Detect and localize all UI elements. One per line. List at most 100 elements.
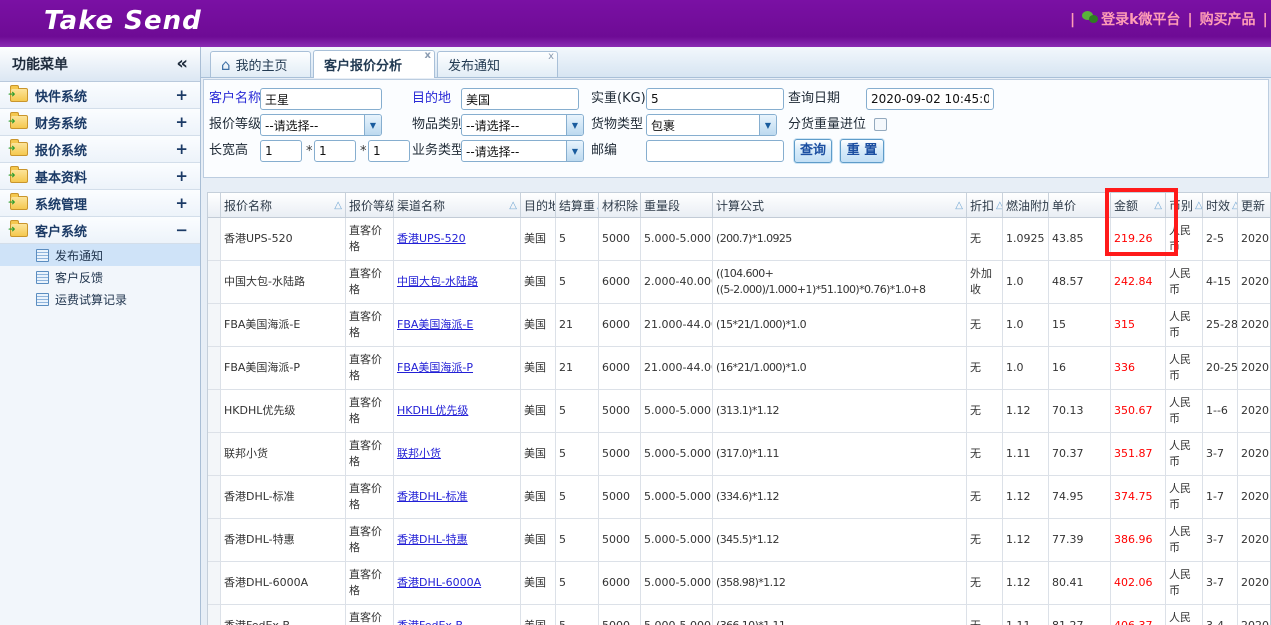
- destination-input[interactable]: [461, 88, 579, 110]
- query-button[interactable]: 查询: [794, 139, 832, 163]
- cargo-type-select[interactable]: 包裹 ▼: [646, 114, 777, 136]
- expand-plus-icon[interactable]: +: [175, 194, 188, 212]
- expand-plus-icon[interactable]: +: [175, 140, 188, 158]
- column-header[interactable]: 折扣△: [967, 193, 1003, 217]
- table-cell: 15: [1049, 304, 1111, 346]
- table-row[interactable]: 香港FedEx-B直客价格香港FedEx-B美国550005.000-5.000…: [208, 605, 1270, 625]
- business-type-select[interactable]: --请选择-- ▼: [461, 140, 584, 162]
- sidebar-item-system-admin[interactable]: 系统管理 +: [0, 190, 200, 217]
- expand-plus-icon[interactable]: +: [175, 86, 188, 104]
- channel-link[interactable]: 香港DHL-6000A: [397, 575, 481, 591]
- column-header[interactable]: 报价等级△: [346, 193, 394, 217]
- table-cell: 1-7: [1203, 476, 1238, 518]
- sidebar-subitem-customer-feedback[interactable]: 客户反馈: [0, 266, 200, 288]
- table-cell: 5000: [599, 390, 641, 432]
- channel-link[interactable]: FBA美国海派-E: [397, 317, 473, 333]
- table-row[interactable]: FBA美国海派-E直客价格FBA美国海派-E美国21600021.000-44.…: [208, 304, 1270, 347]
- channel-link[interactable]: 香港FedEx-B: [397, 618, 463, 625]
- dropdown-arrow-icon[interactable]: ▼: [566, 141, 583, 161]
- channel-link[interactable]: 香港DHL-特惠: [397, 532, 468, 548]
- table-cell: 5.000-5.000: [641, 218, 713, 260]
- postcode-input[interactable]: [646, 140, 784, 162]
- height-input[interactable]: [368, 140, 410, 162]
- table-row[interactable]: 香港DHL-6000A直客价格香港DHL-6000A美国560005.000-5…: [208, 562, 1270, 605]
- tab-publish-notice[interactable]: 发布通知 x: [437, 51, 558, 77]
- table-row[interactable]: HKDHL优先级直客价格HKDHL优先级美国550005.000-5.000(3…: [208, 390, 1270, 433]
- sidebar-item-customer-system[interactable]: 客户系统 −: [0, 217, 200, 244]
- table-row[interactable]: 香港UPS-520直客价格香港UPS-520美国550005.000-5.000…: [208, 218, 1270, 261]
- weight-input[interactable]: [646, 88, 784, 110]
- quote-level-select[interactable]: --请选择-- ▼: [260, 114, 382, 136]
- collapse-minus-icon[interactable]: −: [175, 221, 188, 239]
- buy-product-link[interactable]: 购买产品: [1200, 12, 1256, 28]
- channel-link[interactable]: HKDHL优先级: [397, 403, 468, 419]
- table-cell: 2020: [1238, 605, 1271, 625]
- length-input[interactable]: [260, 140, 302, 162]
- amount-cell: 336: [1111, 347, 1166, 389]
- column-header[interactable]: 目的地△: [521, 193, 556, 217]
- table-cell: 2.000-40.000: [641, 261, 713, 303]
- column-header[interactable]: 材积除△: [599, 193, 641, 217]
- column-header[interactable]: 时效△: [1203, 193, 1238, 217]
- table-cell: 香港FedEx-B: [394, 605, 521, 625]
- dropdown-arrow-icon[interactable]: ▼: [759, 115, 776, 135]
- sidebar-item-label: 客户系统: [35, 221, 87, 240]
- column-header[interactable]: 渠道名称△: [394, 193, 521, 217]
- column-header[interactable]: 币别△: [1166, 193, 1203, 217]
- amount-cell: 350.67: [1111, 390, 1166, 432]
- sort-icon[interactable]: △: [996, 200, 1003, 211]
- channel-link[interactable]: 香港DHL-标准: [397, 489, 468, 505]
- table-row[interactable]: 香港DHL-特惠直客价格香港DHL-特惠美国550005.000-5.000(3…: [208, 519, 1270, 562]
- close-icon[interactable]: x: [548, 52, 554, 62]
- column-header[interactable]: 结算重△: [556, 193, 599, 217]
- channel-link[interactable]: 中国大包-水陆路: [397, 274, 478, 290]
- sidebar-title: 功能菜单: [12, 54, 68, 74]
- expand-plus-icon[interactable]: +: [175, 113, 188, 131]
- row-selector-cell: [208, 390, 221, 432]
- table-row[interactable]: 联邦小货直客价格联邦小货美国550005.000-5.000(317.0)*1.…: [208, 433, 1270, 476]
- split-weight-checkbox[interactable]: [874, 118, 887, 131]
- sort-icon[interactable]: △: [509, 200, 517, 211]
- query-date-input[interactable]: [866, 88, 994, 110]
- column-header[interactable]: 燃油附加△: [1003, 193, 1049, 217]
- column-header[interactable]: 报价名称△: [221, 193, 346, 217]
- sidebar-item-finance-system[interactable]: 财务系统 +: [0, 109, 200, 136]
- sort-icon[interactable]: △: [1195, 200, 1203, 211]
- sidebar-subitem-freight-trial-records[interactable]: 运费试算记录: [0, 288, 200, 310]
- login-kwei-link[interactable]: 登录k微平台: [1101, 12, 1180, 28]
- column-header[interactable]: 金额△: [1111, 193, 1166, 217]
- sort-icon[interactable]: △: [955, 200, 963, 211]
- reset-button[interactable]: 重 置: [840, 139, 884, 163]
- table-row[interactable]: FBA美国海派-P直客价格FBA美国海派-P美国21600021.000-44.…: [208, 347, 1270, 390]
- channel-link[interactable]: 联邦小货: [397, 446, 441, 462]
- row-selector-cell: [208, 304, 221, 346]
- width-input[interactable]: [314, 140, 356, 162]
- close-icon[interactable]: x: [425, 51, 431, 61]
- sidebar-item-basic-data[interactable]: 基本资料 +: [0, 163, 200, 190]
- sidebar-item-label: 快件系统: [35, 86, 87, 105]
- tab-my-homepage[interactable]: ⌂ 我的主页: [210, 51, 311, 77]
- channel-link[interactable]: FBA美国海派-P: [397, 360, 473, 376]
- tab-customer-quote-analysis[interactable]: 客户报价分析 x: [313, 50, 435, 78]
- sort-icon[interactable]: △: [334, 200, 342, 211]
- sidebar-item-quote-system[interactable]: 报价系统 +: [0, 136, 200, 163]
- sort-icon[interactable]: △: [1154, 200, 1162, 211]
- customer-name-input[interactable]: [260, 88, 382, 110]
- sidebar-subitem-publish-notice[interactable]: 发布通知: [0, 244, 200, 266]
- sidebar-item-label: 报价系统: [35, 140, 87, 159]
- dropdown-arrow-icon[interactable]: ▼: [566, 115, 583, 135]
- item-category-select[interactable]: --请选择-- ▼: [461, 114, 584, 136]
- dropdown-arrow-icon[interactable]: ▼: [364, 115, 381, 135]
- tab-bar: ⌂ 我的主页 客户报价分析 x 发布通知 x: [201, 47, 1271, 78]
- sidebar-item-express-system[interactable]: 快件系统 +: [0, 82, 200, 109]
- channel-link[interactable]: 香港UPS-520: [397, 231, 466, 247]
- tab-label: 发布通知: [448, 55, 500, 74]
- select-value: --请选择--: [261, 117, 364, 134]
- table-row[interactable]: 香港DHL-标准直客价格香港DHL-标准美国550005.000-5.000(3…: [208, 476, 1270, 519]
- sidebar-collapse-icon[interactable]: «: [176, 57, 188, 71]
- table-cell: 人民币: [1166, 347, 1203, 389]
- column-header[interactable]: 计算公式△: [713, 193, 967, 217]
- table-row[interactable]: 中国大包-水陆路直客价格中国大包-水陆路美国560002.000-40.000(…: [208, 261, 1270, 304]
- expand-plus-icon[interactable]: +: [175, 167, 188, 185]
- row-selector-cell: [208, 347, 221, 389]
